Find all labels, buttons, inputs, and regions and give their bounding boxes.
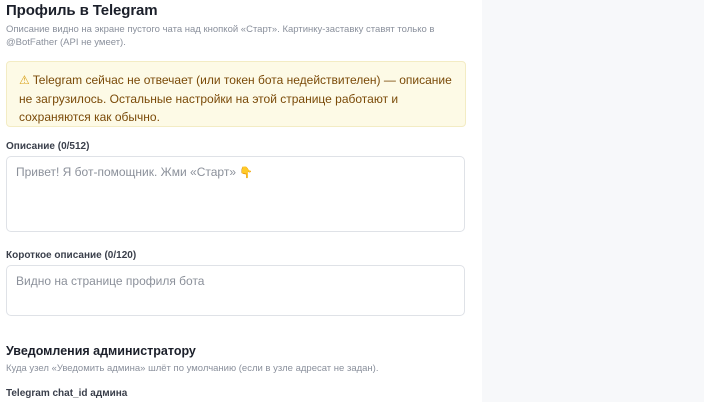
- short-description-label: Короткое описание (0/120): [6, 250, 137, 261]
- telegram-profile-panel: Профиль в Telegram Описание видно на экр…: [0, 0, 482, 402]
- admin-notifications-subtitle: Куда узел «Уведомить админа» шлёт по умо…: [6, 363, 379, 374]
- page-description-line-2: @BotFather (API не умеет).: [6, 37, 126, 48]
- admin-notifications-title: Уведомления администратору: [6, 344, 196, 358]
- admin-chat-id-label: Telegram chat_id админа: [6, 388, 128, 399]
- page-description: Описание видно на экране пустого чата на…: [6, 23, 466, 49]
- telegram-unavailable-warning: ⚠ Telegram сейчас не отвечает (или токен …: [6, 61, 466, 127]
- description-label: Описание (0/512): [6, 141, 90, 152]
- warning-icon: ⚠: [19, 73, 30, 87]
- warning-text: Telegram сейчас не отвечает (или токен б…: [19, 73, 452, 124]
- pointing-down-icon: 👇: [239, 167, 254, 179]
- description-placeholder: Привет! Я бот-помощник. Жми «Старт»: [16, 165, 236, 179]
- short-description-textarea[interactable]: Видно на странице профиля бота: [6, 265, 465, 316]
- right-side-pane: [482, 0, 704, 402]
- description-textarea[interactable]: Привет! Я бот-помощник. Жми «Старт» 👇: [6, 156, 465, 232]
- page-description-line-1: Описание видно на экране пустого чата на…: [6, 24, 435, 35]
- page-title: Профиль в Telegram: [6, 2, 158, 19]
- short-description-placeholder: Видно на странице профиля бота: [16, 274, 205, 288]
